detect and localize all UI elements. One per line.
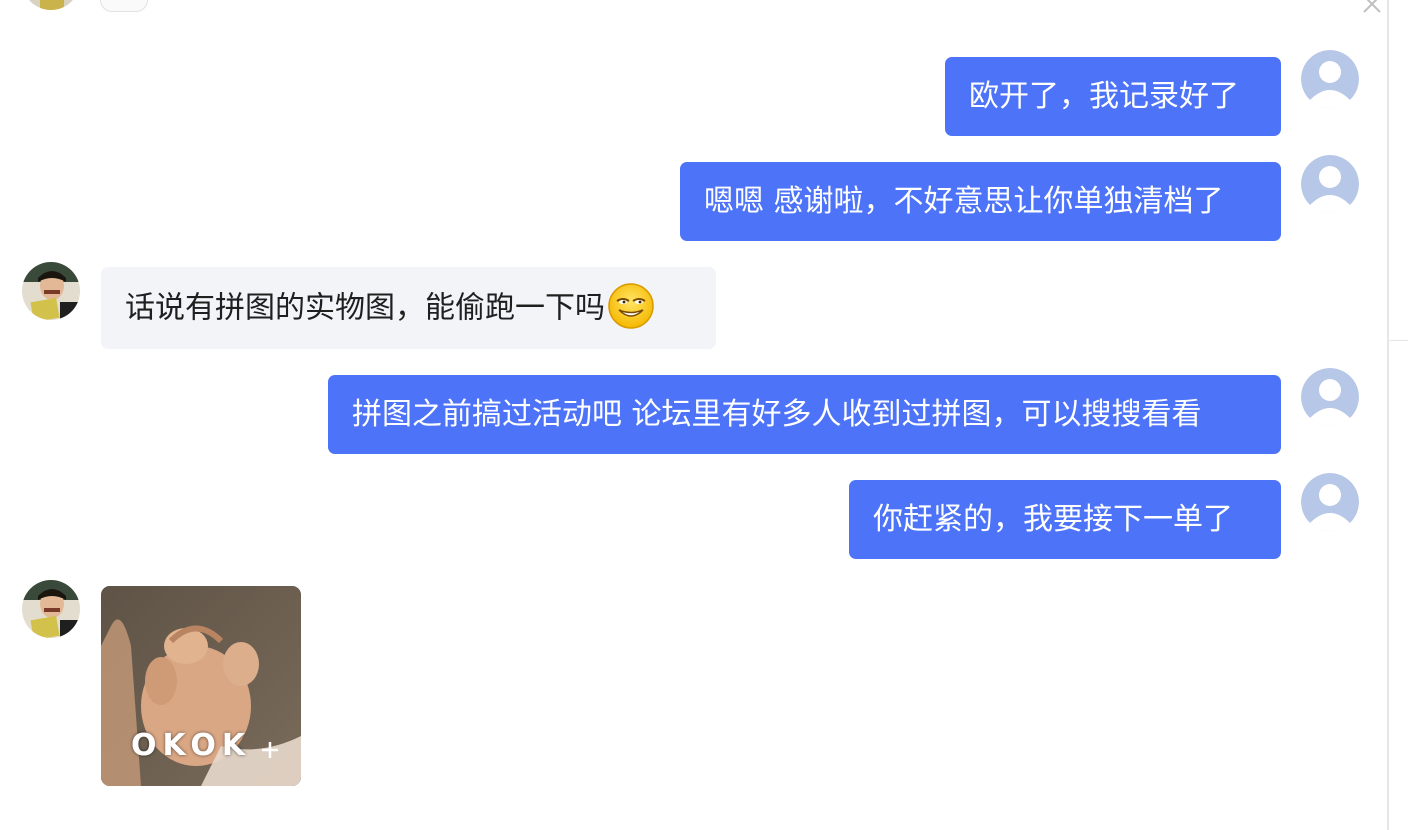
- message-bubble-incoming[interactable]: 话说有拼图的实物图，能偷跑一下吗: [101, 267, 716, 349]
- my-avatar-icon[interactable]: [1301, 50, 1359, 108]
- message-text: 你赶紧的，我要接下一单了: [873, 502, 1233, 537]
- sticker-caption: OKOK: [131, 728, 252, 763]
- sidebar-separator: [1389, 340, 1408, 341]
- my-avatar-icon[interactable]: [1301, 368, 1359, 426]
- message-bubble-outgoing[interactable]: 欧开了，我记录好了: [945, 57, 1281, 136]
- message-bubble-outgoing[interactable]: 你赶紧的，我要接下一单了: [849, 480, 1281, 559]
- message-bubble-outgoing[interactable]: 拼图之前搞过活动吧 论坛里有好多人收到过拼图，可以搜搜看看: [328, 375, 1281, 454]
- message-text: 拼图之前搞过活动吧 论坛里有好多人收到过拼图，可以搜搜看看: [352, 397, 1202, 432]
- message-text: 话说有拼图的实物图，能偷跑一下吗: [125, 290, 605, 326]
- contact-avatar[interactable]: [22, 580, 80, 638]
- grinning-face-emoji-icon: [607, 282, 655, 330]
- message-bubble-outgoing[interactable]: 嗯嗯 感谢啦，不好意思让你单独清档了: [680, 162, 1281, 241]
- chat-message-list[interactable]: 欧开了，我记录好了 嗯嗯 感谢啦，不好意思让你单独清档了 话说有拼图的实物图，能…: [0, 0, 1386, 830]
- previous-message-fragment: [100, 0, 148, 12]
- panel-divider: [1387, 0, 1389, 830]
- plus-icon[interactable]: [258, 738, 282, 762]
- my-avatar-icon[interactable]: [1301, 473, 1359, 531]
- contact-avatar[interactable]: [22, 0, 80, 10]
- message-text: 嗯嗯 感谢啦，不好意思让你单独清档了: [704, 184, 1224, 219]
- my-avatar-icon[interactable]: [1301, 155, 1359, 213]
- close-icon[interactable]: [1360, 0, 1384, 16]
- message-text: 欧开了，我记录好了: [969, 79, 1239, 114]
- contact-avatar[interactable]: [22, 262, 80, 320]
